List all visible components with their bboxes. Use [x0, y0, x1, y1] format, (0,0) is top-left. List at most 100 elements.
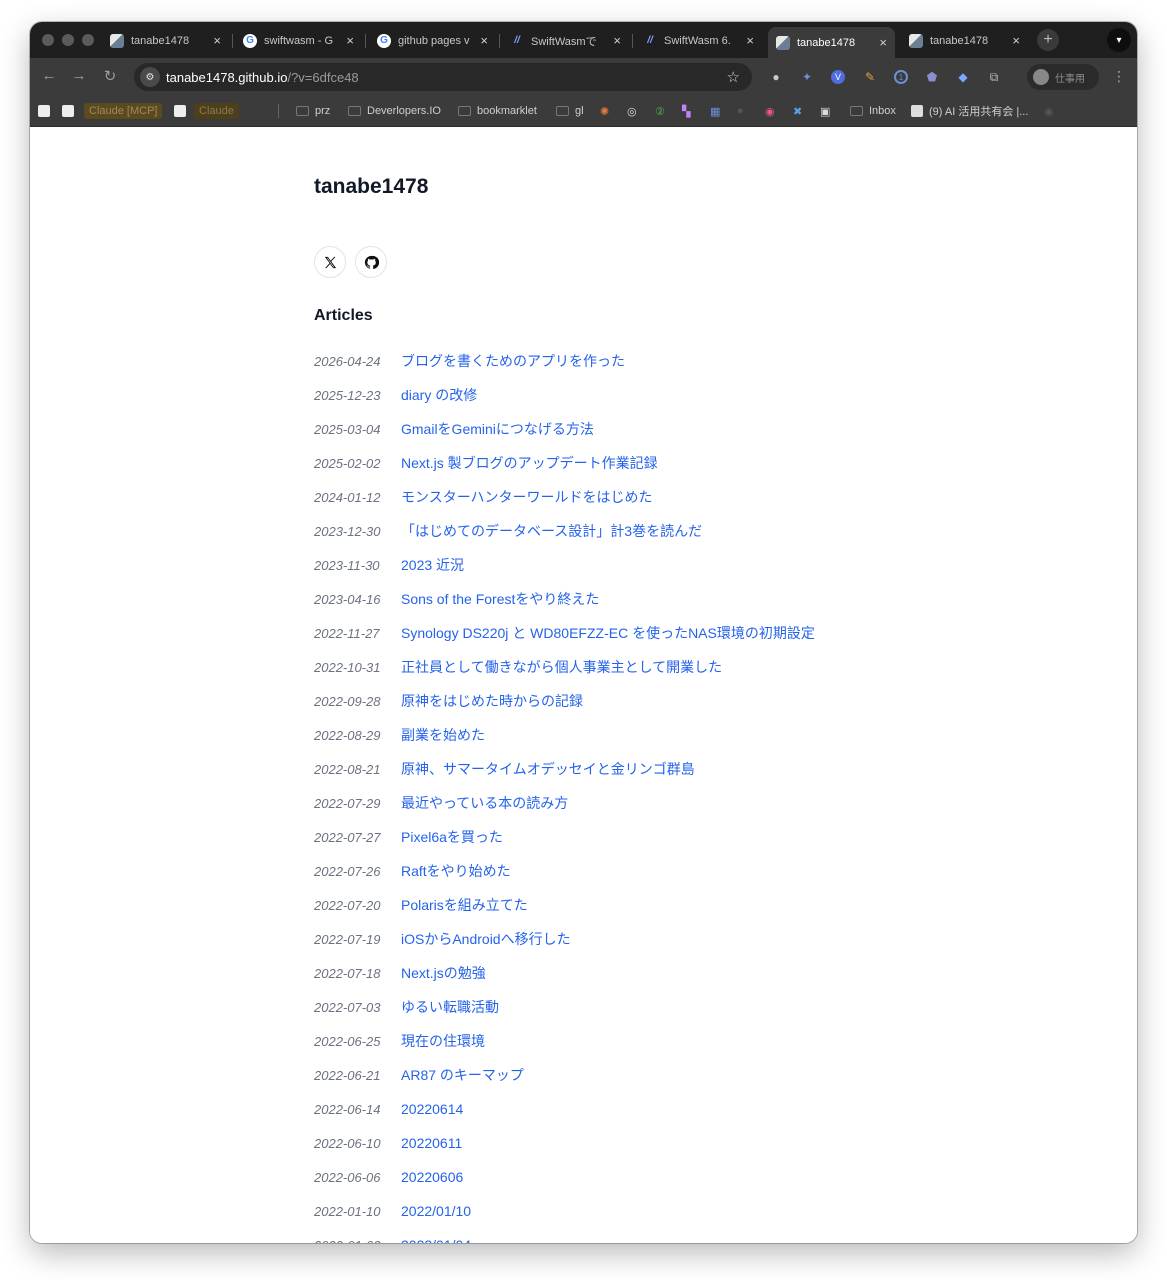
avatar — [1033, 69, 1049, 85]
article-link[interactable]: 20220606 — [401, 1169, 463, 1185]
bookmark-purple-icon[interactable]: ▚ — [682, 103, 690, 119]
article-link[interactable]: AR87 のキーマップ — [401, 1065, 524, 1085]
browser-tab[interactable]: tanabe1478 × — [768, 27, 895, 58]
site-info-icon[interactable]: ⚙ — [140, 67, 160, 87]
extension-robot-icon[interactable]: ● — [769, 70, 783, 84]
tab-search-button[interactable]: ▾ — [1107, 28, 1131, 52]
article-link[interactable]: ブログを書くためのアプリを作った — [401, 351, 625, 371]
article-link[interactable]: Next.jsの勉強 — [401, 963, 486, 983]
close-icon[interactable]: × — [480, 33, 488, 48]
article-date: 2022-08-21 — [314, 761, 381, 777]
zoom-window-button[interactable] — [82, 34, 94, 46]
bookmark-blank-3[interactable] — [174, 103, 192, 119]
bookmark-ai-meeting[interactable]: (9) AI 活用共有会 |... — [911, 103, 1028, 119]
minimize-window-button[interactable] — [62, 34, 74, 46]
article-link[interactable]: diary の改修 — [401, 385, 477, 405]
article-link[interactable]: Pixel6aを買った — [401, 827, 503, 847]
article-link[interactable]: Sons of the Forestをやり終えた — [401, 589, 599, 609]
article-link[interactable]: 現在の住環境 — [401, 1031, 485, 1051]
bookmark-blank-2[interactable] — [62, 103, 80, 119]
list-item: 2022-08-21 原神、サマータイムオデッセイと金リンゴ群島 — [314, 752, 815, 786]
extension-v-icon[interactable]: V — [831, 70, 845, 84]
close-icon[interactable]: × — [1012, 33, 1020, 48]
forward-button[interactable]: → — [69, 67, 89, 84]
extension-gem-icon[interactable]: ◆ — [956, 70, 970, 84]
profile-button[interactable]: 仕事用 — [1027, 64, 1099, 90]
bookmark-blank-1[interactable] — [38, 103, 56, 119]
browser-tab[interactable]: // SwiftWasmで × — [502, 27, 629, 54]
x-link[interactable] — [314, 246, 346, 278]
article-link[interactable]: 2023 近況 — [401, 555, 464, 575]
article-link[interactable]: 原神をはじめた時からの記録 — [401, 691, 583, 711]
article-link[interactable]: 2022/01/04 — [401, 1237, 471, 1243]
bookmark-star-icon[interactable]: ☆ — [727, 68, 740, 86]
close-icon[interactable]: × — [613, 33, 621, 48]
article-link[interactable]: Polarisを組み立てた — [401, 895, 528, 915]
extension-pencil-icon[interactable]: ✎ — [863, 70, 877, 84]
article-link[interactable]: 最近やっている本の読み方 — [401, 793, 568, 813]
article-link[interactable]: 正社員として働きながら個人事業主として開業した — [401, 657, 722, 677]
list-item: 2022-06-14 20220614 — [314, 1092, 815, 1126]
url-text[interactable]: tanabe1478.github.io/?v=6dfce48 — [166, 70, 359, 85]
bookmark-openai-icon[interactable]: ◎ — [627, 103, 637, 119]
browser-tab[interactable]: tanabe1478 × — [102, 27, 229, 54]
bookmark-blue-icon[interactable]: ✖ — [793, 103, 802, 119]
bookmark-claude-spark-icon[interactable]: ✺ — [600, 103, 609, 119]
article-link[interactable]: 原神、サマータイムオデッセイと金リンゴ群島 — [401, 759, 695, 779]
article-date: 2022-01-10 — [314, 1203, 381, 1219]
article-link[interactable]: Raftをやり始めた — [401, 861, 511, 881]
close-icon[interactable]: × — [879, 35, 887, 50]
list-item: 2022-09-28 原神をはじめた時からの記録 — [314, 684, 815, 718]
browser-tab[interactable]: tanabe1478 × — [901, 27, 1028, 54]
browser-tab[interactable]: Ggithub pages v × — [369, 27, 496, 54]
extension-1password-icon[interactable]: 1 — [894, 70, 908, 84]
new-tab-button[interactable]: + — [1037, 29, 1059, 51]
article-link[interactable]: 副業を始めた — [401, 725, 485, 745]
browser-tab[interactable]: Gswiftwasm - G × — [235, 27, 362, 54]
close-icon[interactable]: × — [213, 33, 221, 48]
bookmark-folder-gl[interactable]: gl — [556, 103, 584, 119]
bookmark-claude-mcp[interactable]: Claude [MCP] — [84, 103, 163, 119]
article-link[interactable]: 20220611 — [401, 1135, 462, 1151]
bookmark-notion-icon[interactable]: ▣ — [820, 103, 830, 119]
close-icon[interactable]: × — [746, 33, 754, 48]
bookmark-green-icon[interactable]: ② — [655, 103, 665, 119]
bookmark-folder-prz[interactable]: prz — [296, 103, 330, 119]
bookmark-github-icon[interactable]: ● — [737, 103, 744, 119]
article-link[interactable]: GmailをGeminiにつなげる方法 — [401, 419, 594, 439]
plus-icon: + — [1043, 31, 1053, 48]
github-link[interactable] — [355, 246, 387, 278]
folder-icon — [348, 106, 361, 116]
browser-tab[interactable]: // SwiftWasm 6. × — [635, 27, 762, 54]
bookmark-pink-icon[interactable]: ◉ — [765, 103, 775, 119]
bookmark-grid-icon[interactable]: ▦ — [710, 103, 720, 119]
site-title[interactable]: tanabe1478 — [314, 175, 428, 199]
menu-kebab-icon[interactable]: ⋮ — [1112, 68, 1126, 85]
article-link[interactable]: ゆるい転職活動 — [401, 997, 499, 1017]
back-button[interactable]: ← — [39, 67, 59, 84]
url-path: /?v=6dfce48 — [287, 70, 359, 85]
article-link[interactable]: モンスターハンターワールドをはじめた — [401, 487, 652, 507]
reload-button[interactable]: ↻ — [100, 67, 120, 85]
bookmark-folder-developers-io[interactable]: Deverlopers.IO — [348, 103, 441, 119]
address-bar[interactable]: ⚙ tanabe1478.github.io/?v=6dfce48 ☆ — [134, 63, 752, 91]
close-icon[interactable]: × — [346, 33, 354, 48]
article-link[interactable]: Synology DS220j と WD80EFZZ-EC を使ったNAS環境の… — [401, 623, 815, 643]
bookmarks-bar: Claude [MCP] Claude prz Deverlopers.IO b… — [30, 96, 1137, 127]
extension-shield-icon[interactable]: ⬟ — [925, 70, 939, 84]
bookmark-claude[interactable]: Claude — [194, 103, 239, 119]
bookmark-folder-inbox[interactable]: Inbox — [850, 103, 896, 119]
article-date: 2024-01-12 — [314, 489, 381, 505]
bookmark-dark-circle-icon[interactable]: ◉ — [1044, 103, 1054, 119]
close-window-button[interactable] — [42, 34, 54, 46]
extensions-puzzle-icon[interactable]: ⧉ — [987, 70, 1001, 84]
article-link[interactable]: 20220614 — [401, 1101, 463, 1117]
article-link[interactable]: 「はじめてのデータベース設計」計3巻を読んだ — [401, 521, 702, 541]
article-link[interactable]: iOSからAndroidへ移行した — [401, 929, 571, 949]
article-date: 2025-03-04 — [314, 421, 381, 437]
article-link[interactable]: 2022/01/10 — [401, 1203, 471, 1219]
article-link[interactable]: Next.js 製ブログのアップデート作業記録 — [401, 453, 658, 473]
list-item: 2022-07-03 ゆるい転職活動 — [314, 990, 815, 1024]
bookmark-folder-bookmarklet[interactable]: bookmarklet — [458, 103, 537, 119]
extension-hammer-icon[interactable]: ✦ — [800, 70, 814, 84]
